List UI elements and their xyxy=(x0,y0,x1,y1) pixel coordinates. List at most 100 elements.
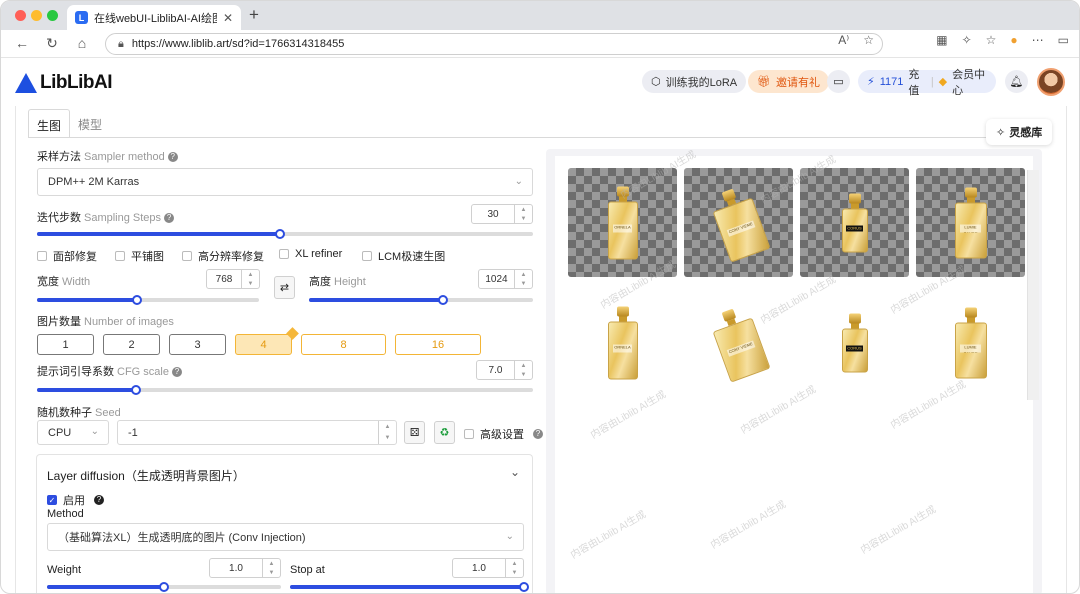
image-count-3[interactable]: 3 xyxy=(169,334,226,355)
address-bar[interactable]: 🔒︎ https://www.liblib.art/sd?id=17663143… xyxy=(105,33,883,55)
sampler-label: 采样方法 Sampler method? xyxy=(37,148,178,164)
browser-toolbar: ▦ ✧ ☆ ● ⋯ ▭ xyxy=(936,33,1069,47)
device-value: CPU xyxy=(48,426,72,439)
extensions-icon[interactable]: ✧ xyxy=(962,33,972,47)
generated-image[interactable]: CORUS xyxy=(800,288,909,397)
recharge-button[interactable]: ⚡︎ 1171 充值 | ◆ 会员中心 xyxy=(858,69,996,97)
device-select[interactable]: CPU ⌄ xyxy=(37,420,109,445)
main-content: 生图 模型 ✧ 灵感库 采样方法 Sampler method? DPM++ 2M… xyxy=(15,106,1067,593)
generated-image[interactable]: CONY VIEME xyxy=(684,168,793,277)
favorite-icon[interactable]: ☆ xyxy=(863,33,874,47)
chevron-down-icon: ⌄ xyxy=(90,426,99,437)
stepper-icon[interactable]: ▲ ▼ xyxy=(241,270,259,288)
tab-generate[interactable]: 生图 xyxy=(28,109,71,137)
stepper-icon[interactable]: ▲ ▼ xyxy=(378,421,396,444)
help-icon: ? xyxy=(167,152,178,162)
reuse-seed-button[interactable]: ♻ xyxy=(434,421,455,444)
checkbox xyxy=(182,251,192,261)
swap-dimensions-button[interactable]: ⇄ xyxy=(274,276,295,299)
stepper-icon[interactable]: ▲ ▼ xyxy=(514,361,532,379)
cube-icon: ⬡ xyxy=(651,76,661,88)
folder-button[interactable]: ▭ xyxy=(827,70,850,93)
xl-refiner-option[interactable]: XL refiner xyxy=(279,248,342,260)
avatar[interactable] xyxy=(1037,68,1065,96)
cfg-input[interactable]: 7.0 ▲ ▼ xyxy=(476,360,533,380)
sidebar-icon[interactable]: ▭ xyxy=(1058,33,1069,47)
points-count: 1171 xyxy=(879,75,904,88)
height-input[interactable]: 1024 ▲ ▼ xyxy=(478,269,533,289)
slider-handle[interactable] xyxy=(519,582,529,592)
generated-image[interactable]: LUMIE GAUDE xyxy=(916,168,1025,277)
weight-slider[interactable] xyxy=(47,582,281,592)
advanced-settings-option[interactable]: 高级设置? xyxy=(464,426,543,442)
seed-input[interactable]: -1 ▲ ▼ xyxy=(117,420,397,445)
minimize-window-button[interactable] xyxy=(31,10,42,21)
steps-slider[interactable] xyxy=(37,229,533,239)
maximize-window-button[interactable] xyxy=(47,10,58,21)
generated-image[interactable]: ORNELA xyxy=(568,288,677,397)
home-icon[interactable]: ⌂ xyxy=(73,35,91,51)
reload-icon[interactable]: ↻ xyxy=(43,35,61,52)
logo-text: LibLibAI xyxy=(40,72,112,93)
tab-strip: L 在线webUI-LiblibAI-AI绘图工具 ✕ + xyxy=(1,1,1079,30)
sampler-value: DPM++ 2M Karras xyxy=(48,176,140,188)
width-input[interactable]: 768 ▲ ▼ xyxy=(206,269,260,289)
sampler-select[interactable]: DPM++ 2M Karras ⌄ xyxy=(37,168,533,196)
width-slider[interactable] xyxy=(37,295,259,305)
stepper-icon[interactable]: ▲ ▼ xyxy=(514,205,532,223)
favorites-icon[interactable]: ☆ xyxy=(986,33,997,47)
logo[interactable]: LibLibAI xyxy=(15,72,112,94)
bottle-label: CORUS xyxy=(846,225,863,232)
notification-button[interactable]: 🔔︎ xyxy=(1005,70,1028,93)
stop-at-slider[interactable] xyxy=(290,582,529,592)
image-count-4[interactable]: 4 xyxy=(235,327,299,355)
perfume-bottle: ORNELA xyxy=(607,306,638,379)
read-aloud-icon[interactable]: A⁾ xyxy=(838,33,849,47)
generated-image[interactable]: ORNELA xyxy=(568,168,677,277)
slider-handle[interactable] xyxy=(438,295,449,305)
generated-image[interactable]: CORUS xyxy=(800,168,909,277)
image-count-16[interactable]: 16 xyxy=(395,334,481,355)
new-tab-icon[interactable]: + xyxy=(249,5,259,25)
slider-handle[interactable] xyxy=(275,229,286,239)
train-lora-button[interactable]: ⬡ 训练我的LoRA xyxy=(642,70,747,93)
stepper-icon[interactable]: ▲ ▼ xyxy=(514,270,532,288)
slider-handle[interactable] xyxy=(131,295,142,305)
generated-image[interactable]: CONY VIEME xyxy=(684,288,793,397)
split-screen-icon[interactable]: ▦ xyxy=(936,33,947,47)
tab-model[interactable]: 模型 xyxy=(70,109,110,137)
inspiration-button[interactable]: ✧ 灵感库 xyxy=(986,119,1053,145)
chevron-down-icon[interactable]: ⌄ xyxy=(510,465,520,479)
tiling-option[interactable]: 平铺图 xyxy=(115,248,164,264)
generated-image[interactable]: LUMIE GAUDE xyxy=(916,288,1025,397)
stepper-icon[interactable]: ▲ ▼ xyxy=(262,559,280,577)
slider-handle[interactable] xyxy=(131,385,142,395)
more-icon[interactable]: ⋯ xyxy=(1032,33,1044,47)
browser-tab[interactable]: L 在线webUI-LiblibAI-AI绘图工具 ✕ xyxy=(67,5,241,30)
steps-input[interactable]: 30 ▲ ▼ xyxy=(471,204,533,224)
profile-icon[interactable]: ● xyxy=(1010,33,1017,47)
stepper-icon[interactable]: ▲ ▼ xyxy=(505,559,523,577)
cfg-slider[interactable] xyxy=(37,385,533,395)
checkbox xyxy=(362,251,372,261)
image-count-2[interactable]: 2 xyxy=(103,334,160,355)
face-restore-option[interactable]: 面部修复 xyxy=(37,248,97,264)
image-count-1[interactable]: 1 xyxy=(37,334,94,355)
invite-button[interactable]: 🎁︎ 邀请有礼 xyxy=(748,70,829,93)
lcm-option[interactable]: LCM极速生图 xyxy=(362,248,445,264)
weight-input[interactable]: 1.0 ▲ ▼ xyxy=(209,558,281,578)
height-slider[interactable] xyxy=(309,295,533,305)
back-icon[interactable]: ← xyxy=(13,35,31,51)
random-seed-button[interactable]: ⚄ xyxy=(404,421,425,444)
slider-handle[interactable] xyxy=(159,582,169,592)
bottle-label: CORUS xyxy=(846,345,863,352)
hires-fix-option[interactable]: 高分辨率修复 xyxy=(182,248,264,264)
close-window-button[interactable] xyxy=(15,10,26,21)
close-tab-icon[interactable]: ✕ xyxy=(223,11,233,25)
gallery-scrollbar[interactable] xyxy=(1027,170,1039,400)
help-icon: ? xyxy=(171,367,182,377)
image-count-8[interactable]: 8 xyxy=(301,334,386,355)
enable-layer-diffusion[interactable]: ✓ 启用? xyxy=(47,492,104,508)
stop-at-input[interactable]: 1.0 ▲ ▼ xyxy=(452,558,524,578)
method-select[interactable]: （基础算法XL）生成透明底的图片 (Conv Injection) ⌄ xyxy=(47,523,524,551)
